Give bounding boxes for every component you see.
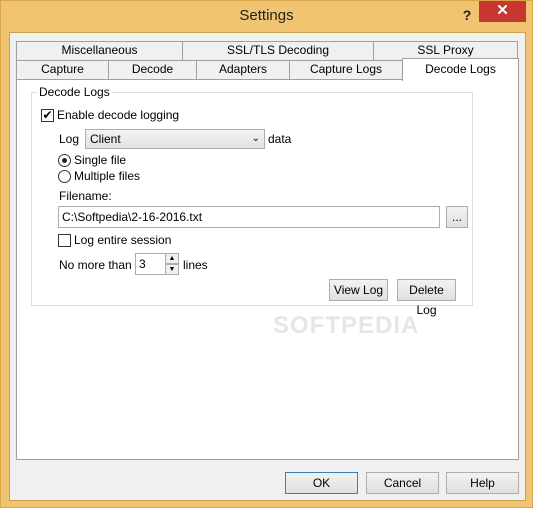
- tab-decode-logs[interactable]: Decode Logs: [402, 58, 519, 81]
- filename-input[interactable]: C:\Softpedia\2-16-2016.txt: [58, 206, 440, 228]
- tab-capture[interactable]: Capture: [16, 60, 109, 79]
- enable-decode-logging-label: Enable decode logging: [57, 108, 180, 122]
- single-file-label: Single file: [74, 153, 127, 167]
- log-select-value: Client: [90, 132, 121, 146]
- chevron-down-icon: ⌄: [251, 133, 260, 144]
- log-entire-session-label: Log entire session: [74, 233, 172, 247]
- lines-stepper[interactable]: 3 ▲ ▼: [135, 253, 181, 275]
- tab-adapters[interactable]: Adapters: [196, 60, 290, 79]
- settings-window: Settings ? ✕ Miscellaneous SSL/TLS Decod…: [0, 0, 533, 508]
- help-button[interactable]: Help: [446, 472, 519, 494]
- spin-down-icon[interactable]: ▼: [165, 264, 179, 275]
- delete-log-button[interactable]: Delete Log: [397, 279, 456, 317]
- tab-capture-logs[interactable]: Capture Logs: [289, 60, 403, 79]
- tab-ssl-tls-decoding[interactable]: SSL/TLS Decoding: [182, 41, 374, 60]
- spin-up-icon[interactable]: ▲: [165, 253, 179, 264]
- checkmark-icon: ✔: [42, 108, 53, 122]
- browse-button[interactable]: ...: [446, 206, 468, 228]
- close-button[interactable]: ✕: [479, 1, 526, 22]
- decode-logs-panel: Decode Logs ✔ Enable decode logging Log …: [16, 79, 519, 460]
- title-bar[interactable]: Settings ? ✕: [1, 1, 532, 32]
- single-file-radio[interactable]: [58, 154, 71, 167]
- log-label: Log: [59, 132, 80, 146]
- tab-miscellaneous[interactable]: Miscellaneous: [16, 41, 183, 60]
- filename-label: Filename:: [59, 189, 112, 203]
- groupbox-title: Decode Logs: [37, 85, 112, 99]
- multiple-files-label: Multiple files: [74, 169, 141, 183]
- dialog-client-area: Miscellaneous SSL/TLS Decoding SSL Proxy…: [9, 32, 526, 501]
- enable-decode-logging-checkbox[interactable]: ✔: [41, 109, 54, 122]
- tab-decode[interactable]: Decode: [108, 60, 197, 79]
- cancel-button[interactable]: Cancel: [366, 472, 439, 494]
- decode-logs-groupbox: Decode Logs ✔ Enable decode logging Log …: [31, 85, 473, 317]
- radio-selected-dot: [62, 158, 67, 163]
- lines-input[interactable]: 3: [135, 253, 166, 275]
- data-label: data: [268, 132, 292, 146]
- log-select[interactable]: Client ⌄: [85, 129, 265, 149]
- help-question-icon[interactable]: ?: [459, 5, 475, 25]
- ok-button[interactable]: OK: [285, 472, 358, 494]
- lines-spin[interactable]: ▲ ▼: [165, 253, 179, 275]
- multiple-files-radio[interactable]: [58, 170, 71, 183]
- log-entire-session-checkbox[interactable]: [58, 234, 71, 247]
- no-more-than-label: No more than: [59, 258, 132, 272]
- view-log-button[interactable]: View Log: [329, 279, 388, 301]
- window-title: Settings: [239, 7, 294, 24]
- softpedia-watermark: SOFTPEDIA: [273, 312, 420, 339]
- lines-label: lines: [183, 258, 208, 272]
